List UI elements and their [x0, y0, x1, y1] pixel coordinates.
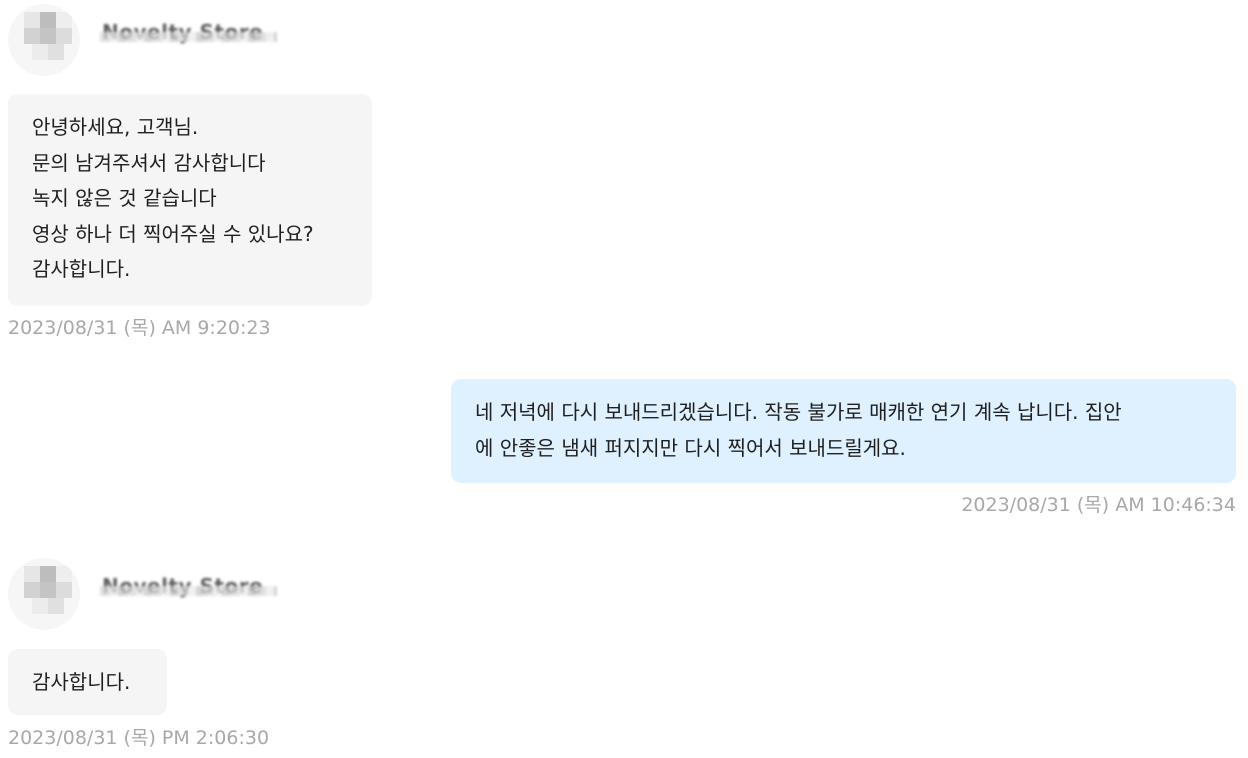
message-line: 녹지 않은 것 같습니다	[32, 186, 217, 210]
message-line: 안녕하세요, 고객님.	[32, 115, 199, 139]
message-bubble: 안녕하세요, 고객님. 문의 남겨주셔서 감사합니다 녹지 않은 것 같습니다 …	[8, 94, 372, 306]
message-timestamp: 2023/08/31 (목) AM 10:46:34	[961, 494, 1236, 516]
message-bubble: 네 저녁에 다시 보내드리겠습니다. 작동 불가로 매캐한 연기 계속 납니다.…	[451, 379, 1236, 483]
message-line: 에 안좋은 냄새 퍼지지만 다시 찍어서 보내드릴게요.	[475, 435, 906, 460]
message-bubble: 감사합니다.	[8, 649, 167, 715]
avatar[interactable]	[8, 4, 80, 76]
sender-name: Novelty Store	[99, 574, 278, 598]
message-line: 영상 하나 더 찍어주실 수 있나요?	[32, 221, 314, 246]
message-line: 감사합니다.	[32, 670, 131, 694]
sender-header: Novelty Store	[8, 558, 308, 630]
message-timestamp: 2023/08/31 (목) AM 9:20:23	[8, 317, 271, 339]
message-line: 감사합니다.	[32, 257, 131, 281]
message-line: 문의 남겨주셔서 감사합니다	[32, 150, 266, 175]
message-timestamp: 2023/08/31 (목) PM 2:06:30	[8, 727, 270, 749]
avatar[interactable]	[8, 558, 80, 630]
message-line: 네 저녁에 다시 보내드리겠습니다. 작동 불가로 매캐한 연기 계속 납니다.…	[475, 400, 1122, 424]
sender-header: Novelty Store	[8, 4, 308, 76]
sender-name: Novelty Store	[99, 20, 278, 44]
